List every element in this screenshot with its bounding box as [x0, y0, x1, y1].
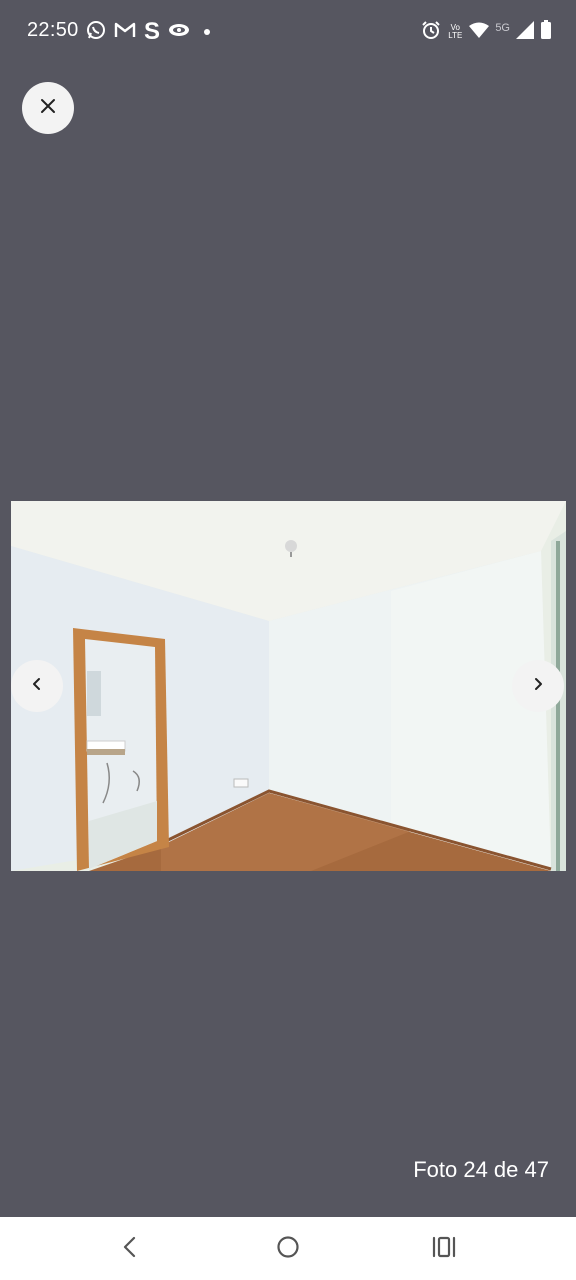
status-left-icons: S: [86, 18, 211, 45]
close-button[interactable]: [22, 82, 74, 134]
gmail-icon: [114, 21, 136, 44]
signal-icon: [516, 20, 534, 44]
photo-counter: Foto 24 de 47: [413, 1157, 549, 1182]
status-time: 22:50: [27, 19, 79, 41]
previous-photo-button[interactable]: [11, 660, 63, 712]
next-photo-button[interactable]: [512, 660, 564, 712]
chevron-right-icon: [531, 676, 545, 697]
system-navigation-bar: [0, 1217, 576, 1280]
chevron-left-icon: [30, 676, 44, 697]
5g-icon: 5G: [495, 22, 510, 34]
wifi-icon: [469, 22, 490, 43]
close-icon: [39, 97, 57, 120]
home-icon: [276, 1235, 300, 1264]
eye-app-icon: [168, 22, 190, 43]
volte-icon: Vo LTE: [448, 23, 463, 40]
whatsapp-icon: [86, 20, 106, 45]
recents-icon: [431, 1236, 457, 1263]
back-button[interactable]: [114, 1233, 146, 1265]
status-right-icons: Vo LTE 5G: [421, 19, 552, 45]
recents-button[interactable]: [428, 1233, 460, 1265]
back-icon: [121, 1235, 139, 1264]
battery-icon: [540, 19, 552, 45]
notification-dot: [204, 29, 211, 35]
status-bar: 22:50 S Vo LTE 5G: [0, 0, 576, 64]
s-app-icon: S: [144, 18, 161, 45]
home-button[interactable]: [272, 1233, 304, 1265]
alarm-icon: [421, 20, 441, 45]
room-photo: [11, 501, 566, 871]
